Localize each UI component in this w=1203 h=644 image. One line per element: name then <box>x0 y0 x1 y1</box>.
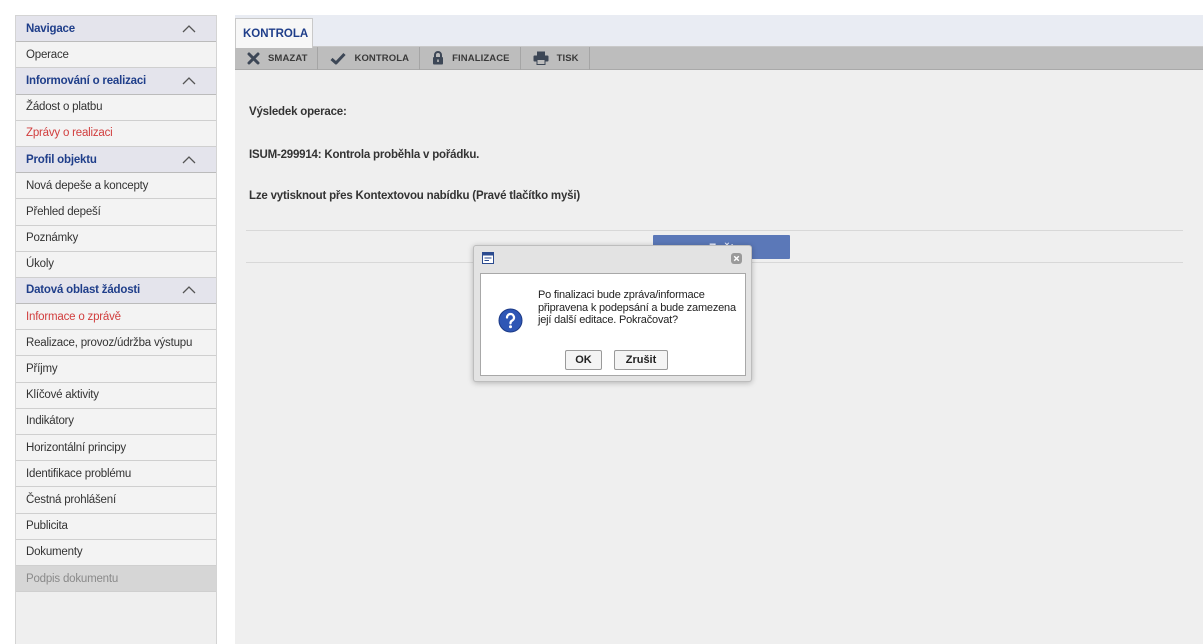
delete-icon <box>247 52 260 64</box>
sidebar-item-label: Realizace, provoz/údržba výstupu <box>26 336 193 349</box>
sidebar-item-poznamky[interactable]: Poznámky <box>16 225 216 252</box>
ok-button[interactable]: OK <box>565 350 602 370</box>
sidebar-item-prehled-depesi[interactable]: Přehled depeší <box>16 199 216 226</box>
sidebar-item-label: Operace <box>26 48 69 61</box>
sidebar-item-informace-o-zprave[interactable]: Informace o zprávě <box>16 304 216 331</box>
checkmark-icon <box>330 52 347 64</box>
sidebar-item-label: Publicita <box>26 520 68 533</box>
dialog-message: Po finalizaci bude zpráva/informace přip… <box>538 289 736 326</box>
sidebar-item-cestna-prohlaseni[interactable]: Čestná prohlášení <box>16 487 216 514</box>
sidebar-item-ukoly[interactable]: Úkoly <box>16 251 216 278</box>
sidebar-item-publicita[interactable]: Publicita <box>16 513 216 540</box>
sidebar-item-label: Klíčové aktivity <box>26 389 99 402</box>
sidebar-item-label: Příjmy <box>26 363 58 376</box>
sidebar-item-prijmy[interactable]: Příjmy <box>16 356 216 383</box>
result-message: ISUM-299914: Kontrola proběhla v pořádku… <box>249 149 480 161</box>
finalizace-button[interactable]: FINALIZACE <box>420 46 521 70</box>
smazat-label: SMAZAT <box>268 52 308 64</box>
sidebar-header-label: Datová oblast žádosti <box>26 284 141 297</box>
sidebar-item-label: Čestná prohlášení <box>26 493 116 506</box>
divider <box>246 230 1183 231</box>
sidebar-item-label: Identifikace problému <box>26 467 132 480</box>
sidebar-item-label: Horizontální principy <box>26 441 126 454</box>
chevron-up-icon[interactable] <box>182 24 196 34</box>
confirm-dialog: Po finalizaci bude zpráva/informace přip… <box>473 245 752 382</box>
sidebar-item-label: Informace o zprávě <box>26 310 121 323</box>
sidebar-item-operace[interactable]: Operace <box>16 42 216 69</box>
sidebar-item-horizontalni-principy[interactable]: Horizontální principy <box>16 435 216 462</box>
dialog-body: Po finalizaci bude zpráva/informace přip… <box>480 273 746 376</box>
sidebar-header-informovani[interactable]: Informování o realizaci <box>16 68 216 95</box>
result-label: Výsledek operace: <box>249 106 347 118</box>
question-icon <box>498 308 523 333</box>
sidebar-item-identifikace-problemu[interactable]: Identifikace problému <box>16 461 216 488</box>
chevron-up-icon[interactable] <box>182 155 196 165</box>
print-hint: Lze vytisknout přes Kontextovou nabídku … <box>249 190 580 202</box>
kontrola-button[interactable]: KONTROLA <box>318 46 421 70</box>
smazat-button[interactable]: SMAZAT <box>235 46 319 70</box>
tab-kontrola[interactable]: KONTROLA <box>235 18 313 48</box>
sidebar-item-klicove-aktivity[interactable]: Klíčové aktivity <box>16 382 216 409</box>
sidebar-item-label: Zprávy o realizaci <box>26 127 113 140</box>
tab-strip: KONTROLA <box>235 15 1203 48</box>
sidebar-item-zpravy-o-realizaci[interactable]: Zprávy o realizaci <box>16 120 216 147</box>
chevron-up-icon[interactable] <box>182 285 196 295</box>
sidebar-header-label: Informování o realizaci <box>26 74 147 87</box>
sidebar-item-label: Přehled depeší <box>26 205 101 218</box>
sidebar-item-nova-depese[interactable]: Nová depeše a koncepty <box>16 173 216 200</box>
sidebar-header-navigace[interactable]: Navigace <box>16 16 216 43</box>
sidebar-item-label: Poznámky <box>26 232 79 245</box>
finalizace-label: FINALIZACE <box>452 52 510 64</box>
sidebar-item-realizace[interactable]: Realizace, provoz/údržba výstupu <box>16 330 216 357</box>
sidebar-header-label: Navigace <box>26 22 75 35</box>
sidebar-header-profil-objektu[interactable]: Profil objektu <box>16 146 216 174</box>
sidebar-item-label: Žádost o platbu <box>26 101 103 114</box>
dialog-title-bar[interactable] <box>474 246 751 270</box>
lock-icon <box>433 51 444 65</box>
sidebar-item-zadost-o-platbu[interactable]: Žádost o platbu <box>16 94 216 121</box>
sidebar-header-label: Profil objektu <box>26 153 97 166</box>
close-icon[interactable] <box>731 253 742 264</box>
sidebar-item-indikatory[interactable]: Indikátory <box>16 408 216 435</box>
tisk-button[interactable]: TISK <box>521 46 590 70</box>
sidebar: Navigace Operace Informování o realizaci… <box>15 15 217 644</box>
sidebar-item-label: Nová depeše a koncepty <box>26 179 149 192</box>
chevron-up-icon[interactable] <box>182 76 196 86</box>
toolbar: SMAZAT KONTROLA FINALIZACE TISK <box>235 46 1203 70</box>
tisk-label: TISK <box>556 52 579 64</box>
sidebar-item-label: Podpis dokumentu <box>26 572 119 585</box>
sidebar-item-label: Indikátory <box>26 415 74 428</box>
sidebar-item-podpis-dokumentu: Podpis dokumentu <box>16 565 216 593</box>
kontrola-label: KONTROLA <box>354 52 410 64</box>
sidebar-item-dokumenty[interactable]: Dokumenty <box>16 539 216 566</box>
sidebar-item-label: Dokumenty <box>26 546 83 559</box>
cancel-button[interactable]: Zrušit <box>614 350 668 370</box>
window-icon <box>482 252 494 264</box>
sidebar-header-datova-oblast[interactable]: Datová oblast žádosti <box>16 277 216 305</box>
sidebar-item-label: Úkoly <box>26 258 54 271</box>
printer-icon <box>533 51 549 65</box>
